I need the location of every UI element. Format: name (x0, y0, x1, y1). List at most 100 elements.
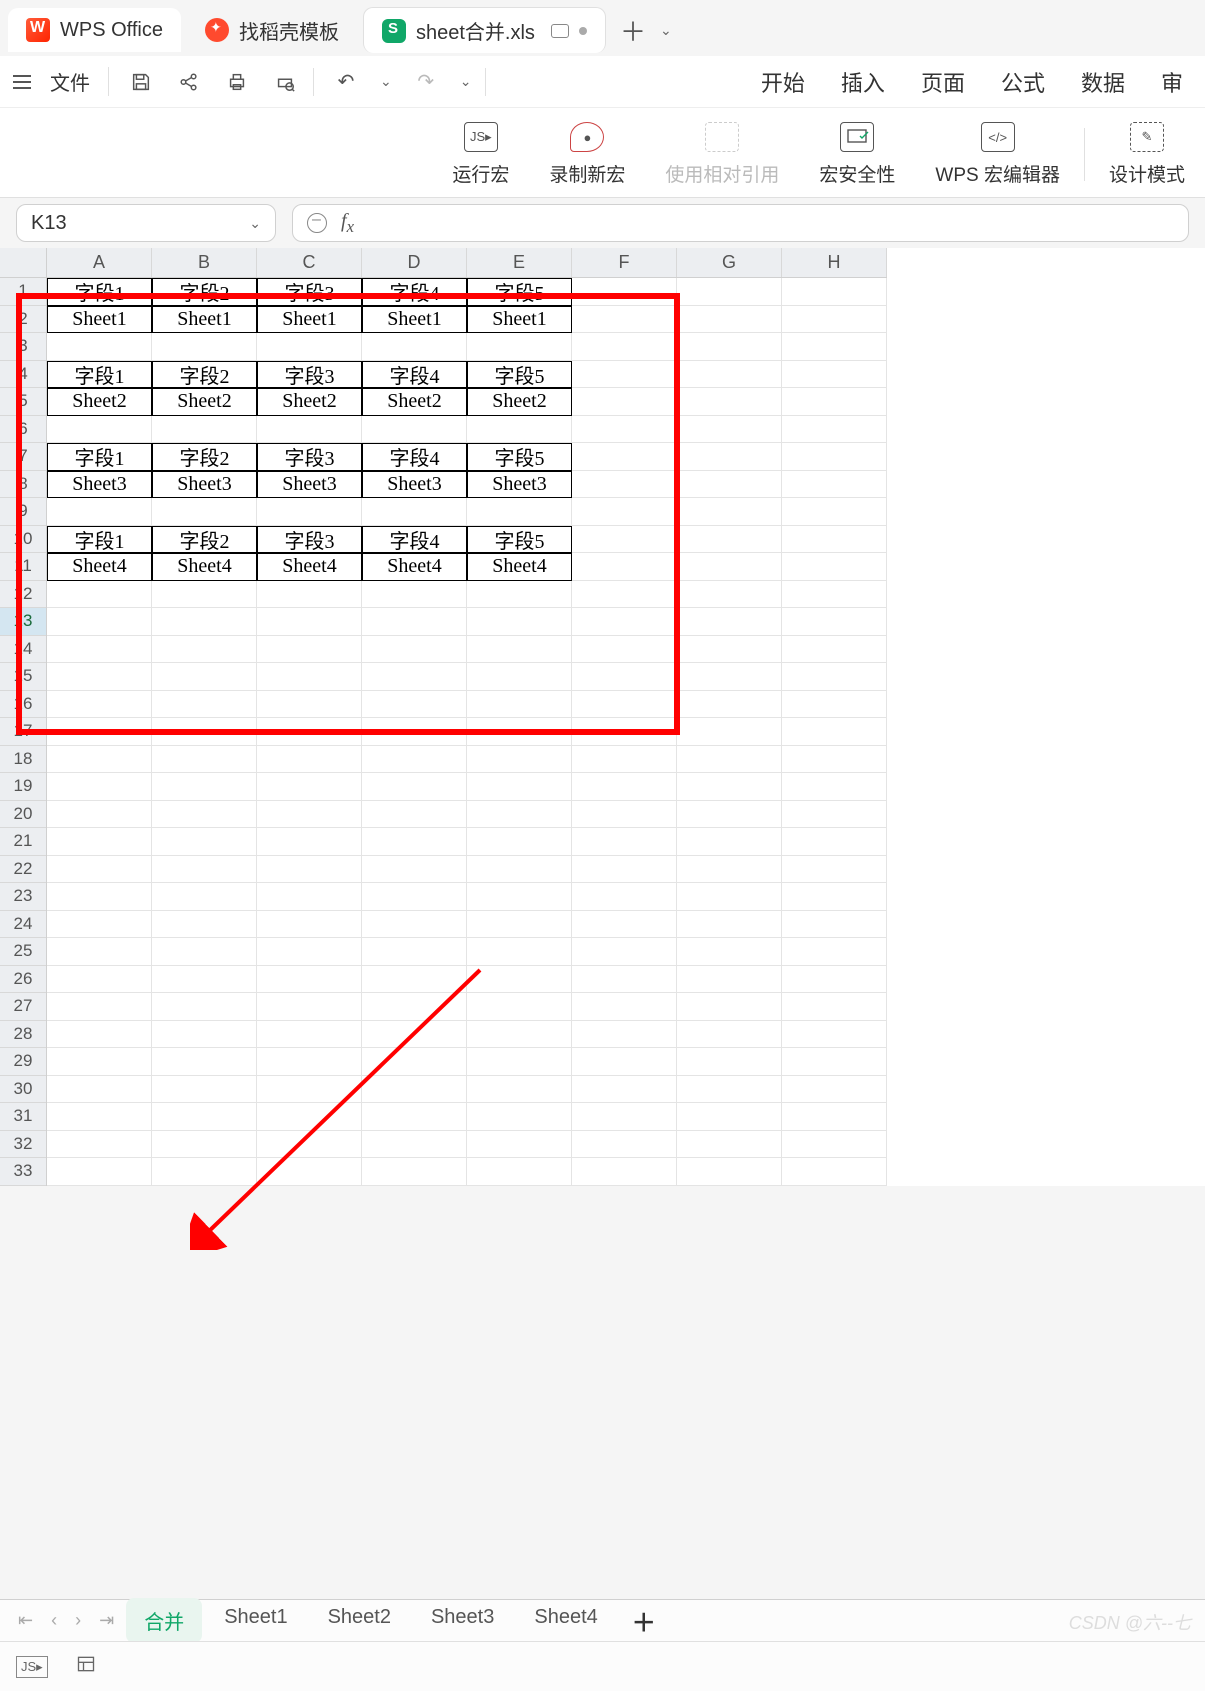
cell[interactable] (257, 1021, 362, 1049)
sheet-tab[interactable]: Sheet3 (413, 1598, 512, 1643)
cell[interactable] (572, 938, 677, 966)
cell[interactable] (572, 911, 677, 939)
cell[interactable] (47, 856, 152, 884)
cell[interactable] (467, 856, 572, 884)
column-header[interactable]: B (152, 248, 257, 277)
sheet-tab[interactable]: Sheet1 (206, 1598, 305, 1643)
cell[interactable]: 字段2 (152, 526, 257, 554)
cell[interactable]: 字段3 (257, 443, 362, 471)
cell[interactable]: Sheet4 (47, 553, 152, 581)
cell[interactable]: 字段1 (47, 443, 152, 471)
cell[interactable] (47, 883, 152, 911)
cell[interactable] (152, 608, 257, 636)
cell[interactable] (572, 553, 677, 581)
row-header[interactable]: 32 (0, 1131, 46, 1159)
cell[interactable] (257, 828, 362, 856)
cell[interactable] (257, 911, 362, 939)
cell[interactable] (362, 498, 467, 526)
cell[interactable] (467, 1021, 572, 1049)
cell[interactable]: 字段5 (467, 443, 572, 471)
column-header[interactable]: G (677, 248, 782, 277)
cell[interactable] (467, 636, 572, 664)
cell[interactable] (782, 416, 887, 444)
cell[interactable] (572, 1048, 677, 1076)
cell[interactable] (572, 746, 677, 774)
column-header[interactable]: E (467, 248, 572, 277)
cell[interactable] (677, 471, 782, 499)
cell[interactable] (782, 636, 887, 664)
cell[interactable] (362, 856, 467, 884)
cell[interactable] (47, 1048, 152, 1076)
cell[interactable] (677, 938, 782, 966)
chevron-down-icon[interactable]: ⌄ (249, 215, 261, 232)
new-tab-button[interactable]: ＋ (612, 12, 654, 49)
cell[interactable] (677, 526, 782, 554)
cell[interactable]: Sheet2 (152, 388, 257, 416)
sheet-tab[interactable]: Sheet4 (516, 1598, 615, 1643)
cell[interactable] (572, 526, 677, 554)
tab-formula[interactable]: 公式 (1001, 66, 1045, 98)
cell[interactable] (152, 1103, 257, 1131)
cell[interactable] (677, 828, 782, 856)
cell[interactable] (152, 966, 257, 994)
cell[interactable] (782, 526, 887, 554)
cell[interactable] (362, 883, 467, 911)
cell[interactable] (677, 993, 782, 1021)
row-header[interactable]: 2 (0, 306, 46, 334)
cell[interactable] (677, 416, 782, 444)
row-header[interactable]: 9 (0, 498, 46, 526)
cell[interactable] (47, 911, 152, 939)
row-header[interactable]: 6 (0, 416, 46, 444)
cell[interactable]: 字段4 (362, 443, 467, 471)
cell[interactable] (782, 1103, 887, 1131)
cell[interactable] (152, 911, 257, 939)
row-header[interactable]: 25 (0, 938, 46, 966)
cell[interactable] (362, 1131, 467, 1159)
redo-dropdown-icon[interactable]: ⌄ (460, 73, 472, 90)
cell[interactable] (572, 608, 677, 636)
cell[interactable] (257, 333, 362, 361)
cell[interactable] (572, 416, 677, 444)
column-header[interactable]: A (47, 248, 152, 277)
row-header[interactable]: 15 (0, 663, 46, 691)
cell[interactable] (782, 471, 887, 499)
cell[interactable] (677, 773, 782, 801)
row-header[interactable]: 28 (0, 1021, 46, 1049)
cell[interactable] (47, 608, 152, 636)
cell[interactable] (467, 1048, 572, 1076)
sheet-tab[interactable]: Sheet2 (310, 1598, 409, 1643)
cell[interactable] (677, 911, 782, 939)
cell[interactable] (467, 1076, 572, 1104)
cell[interactable] (152, 801, 257, 829)
tab-page[interactable]: 页面 (921, 66, 965, 98)
row-header[interactable]: 31 (0, 1103, 46, 1131)
design-mode-button[interactable]: ✎ 设计模式 (1089, 122, 1205, 187)
sheet-nav-next-icon[interactable]: › (75, 1610, 81, 1631)
undo-dropdown-icon[interactable]: ⌄ (380, 73, 392, 90)
cell[interactable] (47, 1076, 152, 1104)
cell[interactable] (47, 1131, 152, 1159)
cell[interactable] (572, 801, 677, 829)
cell[interactable] (362, 581, 467, 609)
cell[interactable] (572, 278, 677, 306)
cell[interactable] (257, 1131, 362, 1159)
cell[interactable] (152, 1158, 257, 1186)
cell[interactable] (467, 581, 572, 609)
cell[interactable] (467, 718, 572, 746)
cell[interactable] (572, 1103, 677, 1131)
cell[interactable] (677, 1131, 782, 1159)
cell[interactable] (47, 828, 152, 856)
cell[interactable] (362, 718, 467, 746)
cell[interactable] (47, 1158, 152, 1186)
cell[interactable] (152, 773, 257, 801)
cell[interactable]: Sheet4 (152, 553, 257, 581)
row-header[interactable]: 7 (0, 443, 46, 471)
cell[interactable] (572, 388, 677, 416)
cell[interactable] (362, 691, 467, 719)
cell[interactable]: Sheet2 (362, 388, 467, 416)
cell[interactable] (572, 883, 677, 911)
tab-insert[interactable]: 插入 (841, 66, 885, 98)
cell[interactable]: Sheet3 (47, 471, 152, 499)
cell[interactable] (152, 746, 257, 774)
cell[interactable]: 字段2 (152, 278, 257, 306)
